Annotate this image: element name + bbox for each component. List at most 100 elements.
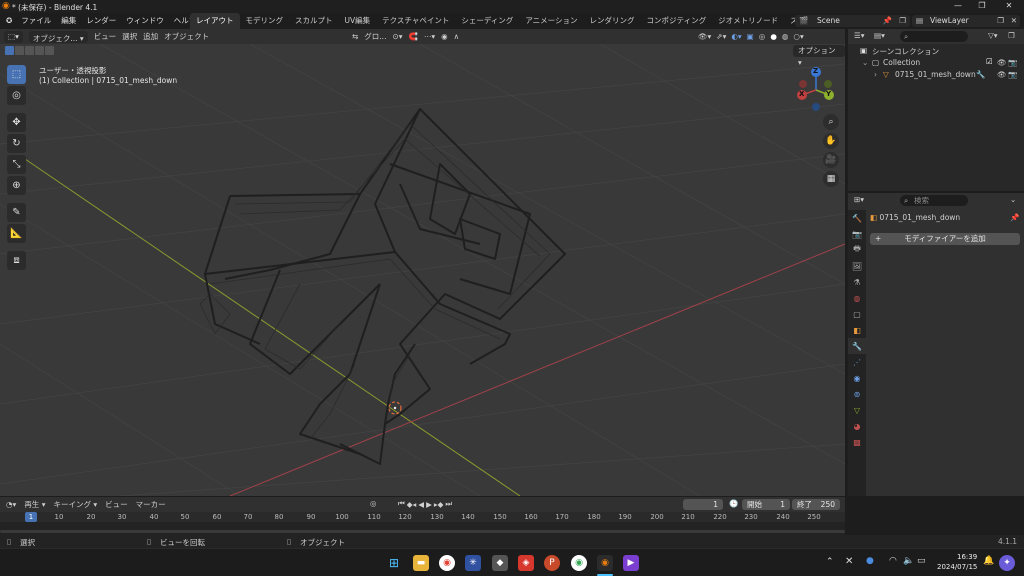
gizmo-icon[interactable]: ⇗▾: [716, 29, 726, 44]
particles-props-icon[interactable]: ⋰: [848, 354, 866, 370]
world-props-icon[interactable]: ◍: [848, 290, 866, 306]
add-cube-tool-icon[interactable]: ⧈: [7, 251, 26, 270]
timeline-menu-view[interactable]: ビュー: [105, 499, 128, 510]
rotate-tool-icon[interactable]: ↻: [7, 134, 26, 153]
snap-icon[interactable]: 🧲: [409, 29, 418, 44]
timeline-menu-marker[interactable]: マーカー: [136, 499, 166, 510]
tab-rendering[interactable]: レンダリング: [584, 13, 641, 29]
mode-selector[interactable]: オブジェク... ▾: [28, 30, 88, 43]
add-modifier-button[interactable]: + モディファイアーを追加: [870, 233, 1020, 245]
menu-file[interactable]: ファイル: [16, 13, 56, 29]
select-intersect-icon[interactable]: [45, 46, 54, 55]
end-frame-field[interactable]: 終了 250: [792, 499, 840, 510]
view-layer-props-icon[interactable]: 🖼: [848, 258, 866, 274]
expand-object-icon[interactable]: ›: [874, 70, 877, 79]
zoom-icon[interactable]: ⌕: [823, 114, 839, 130]
minimize-button[interactable]: —: [952, 1, 964, 10]
frame-ruler[interactable]: 1 10 20 30 40 50 60 70 80 90 100 110 120…: [0, 512, 845, 522]
tab-sculpting[interactable]: スカルプト: [289, 13, 339, 29]
snap-target-icon[interactable]: ⋯▾: [424, 29, 435, 44]
menu-window[interactable]: ウィンドウ: [121, 13, 169, 29]
chrome-profile-icon[interactable]: ◉: [571, 555, 587, 571]
shading-wireframe-icon[interactable]: ◎: [759, 29, 766, 44]
jump-start-icon[interactable]: ⏮: [398, 499, 405, 509]
tab-uv-editing[interactable]: UV編集: [339, 13, 377, 29]
copilot-icon[interactable]: ✦: [999, 555, 1015, 571]
play-icon[interactable]: ▶: [426, 500, 432, 509]
timeline-menu-playback[interactable]: 再生 ▾: [24, 499, 45, 510]
clock-time[interactable]: 16:39: [957, 553, 977, 561]
maximize-button[interactable]: ❐: [976, 1, 988, 10]
auto-keying-icon[interactable]: ◎: [370, 499, 377, 508]
object-render-icon[interactable]: 📷: [1008, 70, 1017, 79]
data-props-icon[interactable]: ▽: [848, 402, 866, 418]
properties-editor-icon[interactable]: ⊞▾: [854, 195, 864, 204]
clock-icon[interactable]: 🕒: [729, 499, 738, 508]
timeline-editor-icon[interactable]: ◔▾: [6, 500, 16, 509]
scene-selector[interactable]: 🎬 Scene 📌 ❐: [795, 15, 910, 27]
output-props-icon[interactable]: 🖶: [848, 242, 866, 258]
notifications-icon[interactable]: 🔔: [983, 556, 994, 566]
xray-icon[interactable]: ▣: [747, 29, 754, 44]
move-tool-icon[interactable]: ✥: [7, 113, 26, 132]
viewport-menu-view[interactable]: ビュー: [94, 29, 117, 44]
outliner-search-input[interactable]: ⌕: [900, 31, 968, 42]
blender-menu-icon[interactable]: ✪: [0, 13, 16, 29]
navigation-gizmo[interactable]: Z Y X: [792, 64, 842, 114]
camera-view-icon[interactable]: 🎥: [823, 152, 839, 168]
tab-geometry-nodes[interactable]: ジオメトリノード: [712, 13, 784, 29]
tab-texture-paint[interactable]: テクスチャペイント: [376, 13, 455, 29]
new-collection-icon[interactable]: ❐: [1008, 31, 1015, 40]
texture-props-icon[interactable]: ▩: [848, 434, 866, 450]
tree-root-row[interactable]: ▣ シーンコレクション: [848, 45, 1024, 56]
properties-search-input[interactable]: ⌕ 検索: [900, 195, 968, 206]
tray-x-icon[interactable]: ✕: [845, 556, 853, 567]
close-button[interactable]: ✕: [1003, 1, 1015, 10]
tree-collection-row[interactable]: ⌄ ▢ Collection ☑ 👁 📷: [848, 57, 1024, 68]
transform-tool-icon[interactable]: ⊕: [7, 176, 26, 195]
shading-rendered-icon[interactable]: ○▾: [793, 29, 803, 44]
options-dropdown[interactable]: オプション ▾: [793, 45, 845, 67]
object-visibility-icon[interactable]: 👁: [997, 70, 1007, 79]
prev-keyframe-icon[interactable]: ◆◂: [407, 500, 417, 509]
start-frame-field[interactable]: 開始 1: [742, 499, 790, 510]
app-icon-3[interactable]: ◈: [518, 555, 534, 571]
overlay-icon[interactable]: ◐▾: [731, 29, 741, 44]
viewlayer-selector[interactable]: ▤ ViewLayer ❐ ✕: [912, 15, 1020, 27]
tab-layout[interactable]: レイアウト: [190, 13, 240, 29]
collection-visibility-icon[interactable]: 👁: [997, 58, 1007, 67]
modifier-props-icon[interactable]: 🔧: [848, 338, 866, 354]
mesh-wireframe[interactable]: [204, 108, 566, 465]
tool-props-icon[interactable]: 🔨: [848, 210, 866, 226]
collection-props-icon[interactable]: ▢: [848, 306, 866, 322]
proportional-icon[interactable]: ◉: [441, 29, 448, 44]
file-explorer-icon[interactable]: ▬: [413, 555, 429, 571]
render-props-icon[interactable]: 📷: [848, 226, 866, 242]
expand-collection-icon[interactable]: ⌄: [862, 58, 868, 67]
menu-edit[interactable]: 編集: [56, 13, 81, 29]
play-reverse-icon[interactable]: ◀: [418, 500, 424, 509]
falloff-icon[interactable]: ∧: [454, 29, 460, 44]
visibility-icon[interactable]: 👁▾: [698, 29, 711, 44]
start-menu-icon[interactable]: ⊞: [386, 555, 402, 571]
transform-orientation-icon[interactable]: ⇆: [352, 29, 358, 44]
collection-render-icon[interactable]: 📷: [1008, 58, 1017, 67]
pan-hand-icon[interactable]: ✋: [823, 133, 839, 149]
chrome-icon[interactable]: ◉: [439, 555, 455, 571]
blender-taskbar-icon[interactable]: ◉: [597, 555, 613, 571]
filter-icon[interactable]: ▽▾: [988, 31, 998, 40]
jump-end-icon[interactable]: ⏭: [445, 499, 452, 509]
scale-tool-icon[interactable]: ⤡: [7, 155, 26, 174]
collection-checkbox[interactable]: ☑: [986, 57, 993, 66]
viewport-menu-select[interactable]: 選択: [122, 29, 137, 44]
powerpoint-icon[interactable]: P: [544, 555, 560, 571]
tab-animation[interactable]: アニメーション: [519, 13, 583, 29]
select-subtract-icon[interactable]: [25, 46, 34, 55]
viewport-menu-add[interactable]: 追加: [143, 29, 158, 44]
tree-object-row[interactable]: › ▽ 0715_01_mesh_down 🔧 👁 📷: [848, 69, 1024, 80]
perspective-grid-icon[interactable]: ▦: [823, 171, 839, 187]
tab-modeling[interactable]: モデリング: [240, 13, 290, 29]
clock-date[interactable]: 2024/07/15: [937, 563, 977, 571]
timeline-menu-keying[interactable]: キーイング ▾: [53, 499, 97, 510]
select-invert-icon[interactable]: [35, 46, 44, 55]
